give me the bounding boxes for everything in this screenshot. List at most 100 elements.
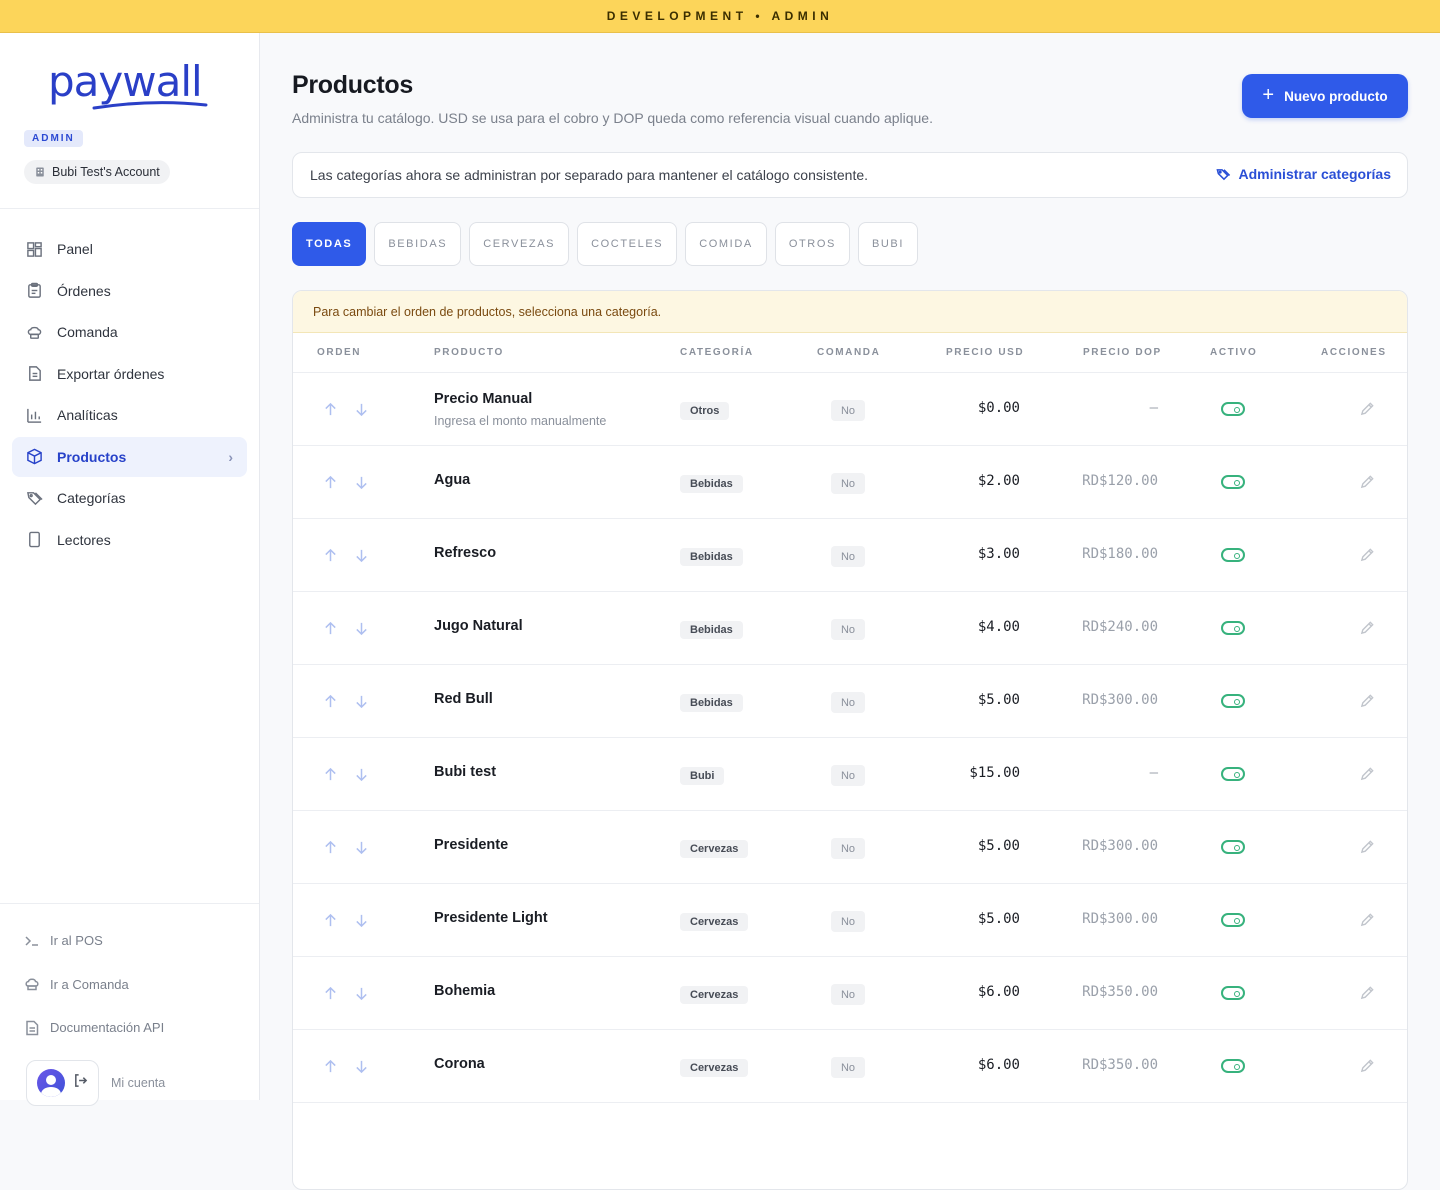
- category-badge: Cervezas: [680, 986, 749, 1004]
- tab-cocteles[interactable]: COCTELES: [577, 222, 678, 266]
- table-row[interactable]: Corona Cervezas No $6.00 RD$350.00: [293, 1030, 1407, 1103]
- nav-item-lectores[interactable]: Lectores: [12, 520, 247, 560]
- arrow-up-icon[interactable]: [323, 913, 338, 928]
- active-toggle[interactable]: [1221, 767, 1245, 781]
- nav-item-comanda[interactable]: Comanda: [12, 312, 247, 352]
- active-toggle[interactable]: [1221, 548, 1245, 562]
- edit-icon[interactable]: [1360, 985, 1375, 1005]
- tab-bubi[interactable]: BUBI: [857, 222, 919, 266]
- arrow-down-icon[interactable]: [354, 475, 369, 490]
- tab-todas[interactable]: TODAS: [292, 222, 367, 266]
- active-toggle[interactable]: [1221, 694, 1245, 708]
- page-subtitle: Administra tu catálogo. USD se usa para …: [292, 110, 933, 126]
- column-header-orden: ORDEN: [317, 347, 362, 358]
- my-account-label[interactable]: Mi cuenta: [111, 1076, 165, 1090]
- page-title: Productos: [292, 71, 413, 99]
- info-text: Las categorías ahora se administran por …: [310, 167, 869, 183]
- comanda-badge: No: [831, 473, 865, 494]
- price-dop: —: [1149, 765, 1158, 781]
- nav-item-categorias[interactable]: Categorías: [12, 478, 247, 518]
- active-toggle[interactable]: [1221, 621, 1245, 635]
- nav-item-panel[interactable]: Panel: [12, 229, 247, 269]
- edit-icon[interactable]: [1360, 474, 1375, 494]
- comanda-badge: No: [831, 911, 865, 932]
- reorder-arrows: [323, 694, 369, 709]
- table-row[interactable]: Bubi test Bubi No $15.00 —: [293, 738, 1407, 811]
- edit-icon[interactable]: [1360, 547, 1375, 567]
- nav-item-ordenes[interactable]: Órdenes: [12, 271, 247, 311]
- arrow-up-icon[interactable]: [323, 548, 338, 563]
- nav-item-analiticas[interactable]: Analíticas: [12, 395, 247, 435]
- table-row[interactable]: Red Bull Bebidas No $5.00 RD$300.00: [293, 665, 1407, 738]
- product-name: Corona: [434, 1056, 485, 1072]
- new-product-button[interactable]: + Nuevo producto: [1242, 74, 1408, 118]
- table-row[interactable]: Agua Bebidas No $2.00 RD$120.00: [293, 446, 1407, 519]
- edit-icon[interactable]: [1360, 620, 1375, 640]
- arrow-up-icon[interactable]: [323, 840, 338, 855]
- reorder-arrows: [323, 913, 369, 928]
- nav-label: Comanda: [57, 324, 118, 340]
- edit-icon[interactable]: [1360, 401, 1375, 421]
- arrow-up-icon[interactable]: [323, 621, 338, 636]
- reorder-notice: Para cambiar el orden de productos, sele…: [293, 291, 1407, 333]
- active-toggle[interactable]: [1221, 913, 1245, 927]
- edit-icon[interactable]: [1360, 766, 1375, 786]
- product-name: Bubi test: [434, 764, 497, 780]
- arrow-up-icon[interactable]: [323, 694, 338, 709]
- tab-cervezas[interactable]: CERVEZAS: [469, 222, 570, 266]
- table-row[interactable]: Precio Manual Ingresa el monto manualmen…: [293, 373, 1407, 446]
- active-toggle[interactable]: [1221, 1059, 1245, 1073]
- arrow-down-icon[interactable]: [354, 548, 369, 563]
- table-row[interactable]: Jugo Natural Bebidas No $4.00 RD$240.00: [293, 592, 1407, 665]
- avatar[interactable]: [37, 1069, 65, 1097]
- arrow-down-icon[interactable]: [354, 621, 369, 636]
- account-switcher[interactable]: Bubi Test's Account: [24, 160, 170, 184]
- tab-comida[interactable]: COMIDA: [685, 222, 767, 266]
- product-name: Jugo Natural: [434, 618, 523, 634]
- reorder-arrows: [323, 840, 369, 855]
- edit-icon[interactable]: [1360, 912, 1375, 932]
- arrow-down-icon[interactable]: [354, 694, 369, 709]
- info-banner: Las categorías ahora se administran por …: [292, 152, 1408, 198]
- nav-item-exportar-ordenes[interactable]: Exportar órdenes: [12, 354, 247, 394]
- table-row[interactable]: Refresco Bebidas No $3.00 RD$180.00: [293, 519, 1407, 592]
- arrow-up-icon[interactable]: [323, 986, 338, 1001]
- tab-otros[interactable]: OTROS: [774, 222, 850, 266]
- product-description: Ingresa el monto manualmente: [434, 414, 607, 428]
- product-name: Refresco: [434, 545, 497, 561]
- terminal-icon: [25, 936, 38, 946]
- account-box[interactable]: [26, 1060, 99, 1106]
- api-docs-link[interactable]: Documentación API: [24, 1006, 244, 1050]
- active-toggle[interactable]: [1221, 986, 1245, 1000]
- active-toggle[interactable]: [1221, 475, 1245, 489]
- table-row[interactable]: Bohemia Cervezas No $6.00 RD$350.00: [293, 957, 1407, 1030]
- arrow-down-icon[interactable]: [354, 767, 369, 782]
- table-row[interactable]: Presidente Light Cervezas No $5.00 RD$30…: [293, 884, 1407, 957]
- active-toggle[interactable]: [1221, 840, 1245, 854]
- comanda-badge: No: [831, 1057, 865, 1078]
- arrow-down-icon[interactable]: [354, 986, 369, 1001]
- arrow-down-icon[interactable]: [354, 913, 369, 928]
- edit-icon[interactable]: [1360, 693, 1375, 713]
- category-badge: Cervezas: [680, 840, 749, 858]
- go-to-pos-link[interactable]: Ir al POS: [24, 919, 244, 963]
- edit-icon[interactable]: [1360, 1058, 1375, 1078]
- manage-categories-link[interactable]: Administrar categorías: [1215, 166, 1391, 182]
- nav-item-productos[interactable]: Productos ›: [12, 436, 247, 477]
- arrow-up-icon[interactable]: [323, 1059, 338, 1074]
- table-row[interactable]: Presidente Cervezas No $5.00 RD$300.00: [293, 811, 1407, 884]
- category-badge: Bebidas: [680, 475, 743, 493]
- comanda-badge: No: [831, 400, 865, 421]
- go-to-comanda-link[interactable]: Ir a Comanda: [24, 963, 244, 1007]
- arrow-up-icon[interactable]: [323, 475, 338, 490]
- logo[interactable]: paywall: [48, 61, 208, 110]
- active-toggle[interactable]: [1221, 402, 1245, 416]
- logout-icon[interactable]: [73, 1073, 88, 1093]
- edit-icon[interactable]: [1360, 839, 1375, 859]
- arrow-down-icon[interactable]: [354, 840, 369, 855]
- arrow-down-icon[interactable]: [354, 402, 369, 417]
- arrow-down-icon[interactable]: [354, 1059, 369, 1074]
- arrow-up-icon[interactable]: [323, 402, 338, 417]
- tab-bebidas[interactable]: BEBIDAS: [374, 222, 462, 266]
- arrow-up-icon[interactable]: [323, 767, 338, 782]
